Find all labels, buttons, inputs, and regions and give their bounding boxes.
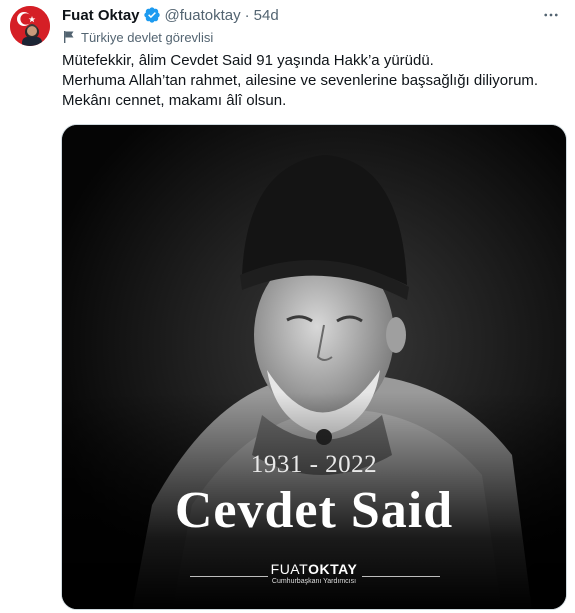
more-options-icon[interactable] [541, 5, 561, 25]
life-years: 1931 - 2022 [250, 451, 378, 478]
tweet-text-line: Mütefekkir, âlim Cevdet Said 91 yaşında … [62, 52, 434, 69]
account-label-text: Türkiye devlet görevlisi [81, 29, 214, 45]
tweet-timestamp[interactable]: 54d [254, 7, 279, 24]
tweet-text-line: Mekânı cennet, makamı âlî olsun. [62, 92, 287, 109]
verified-badge-icon [143, 6, 161, 24]
signature-block: FUATOKTAY Cumhurbaşkanı Yardımcısı [62, 561, 566, 585]
account-label[interactable]: Türkiye devlet görevlisi [62, 28, 213, 46]
tweet-header: Fuat Oktay @fuatoktay · 54d [62, 5, 561, 25]
turkish-flag-icon [10, 6, 50, 46]
signature-first-name: FUAT [270, 561, 309, 577]
signature-title: Cumhurbaşkanı Yardımcısı [271, 578, 357, 585]
author-name[interactable]: Fuat Oktay [62, 7, 140, 24]
flag-icon [62, 30, 76, 44]
memorial-name: Cevdet Said [174, 482, 454, 539]
author-handle[interactable]: @fuatoktay [165, 7, 241, 24]
tweet-media-image[interactable]: 1931 - 2022 Cevdet Said FUATOKTAY Cumhur… [61, 124, 567, 610]
tweet-text: Mütefekkir, âlim Cevdet Said 91 yaşında … [62, 51, 562, 111]
signature-last-name: OKTAY [308, 561, 358, 577]
separator-dot: · [244, 6, 250, 24]
tweet-text-line: Merhuma Allah’tan rahmet, ailesine ve se… [62, 72, 539, 89]
avatar[interactable] [10, 6, 50, 46]
